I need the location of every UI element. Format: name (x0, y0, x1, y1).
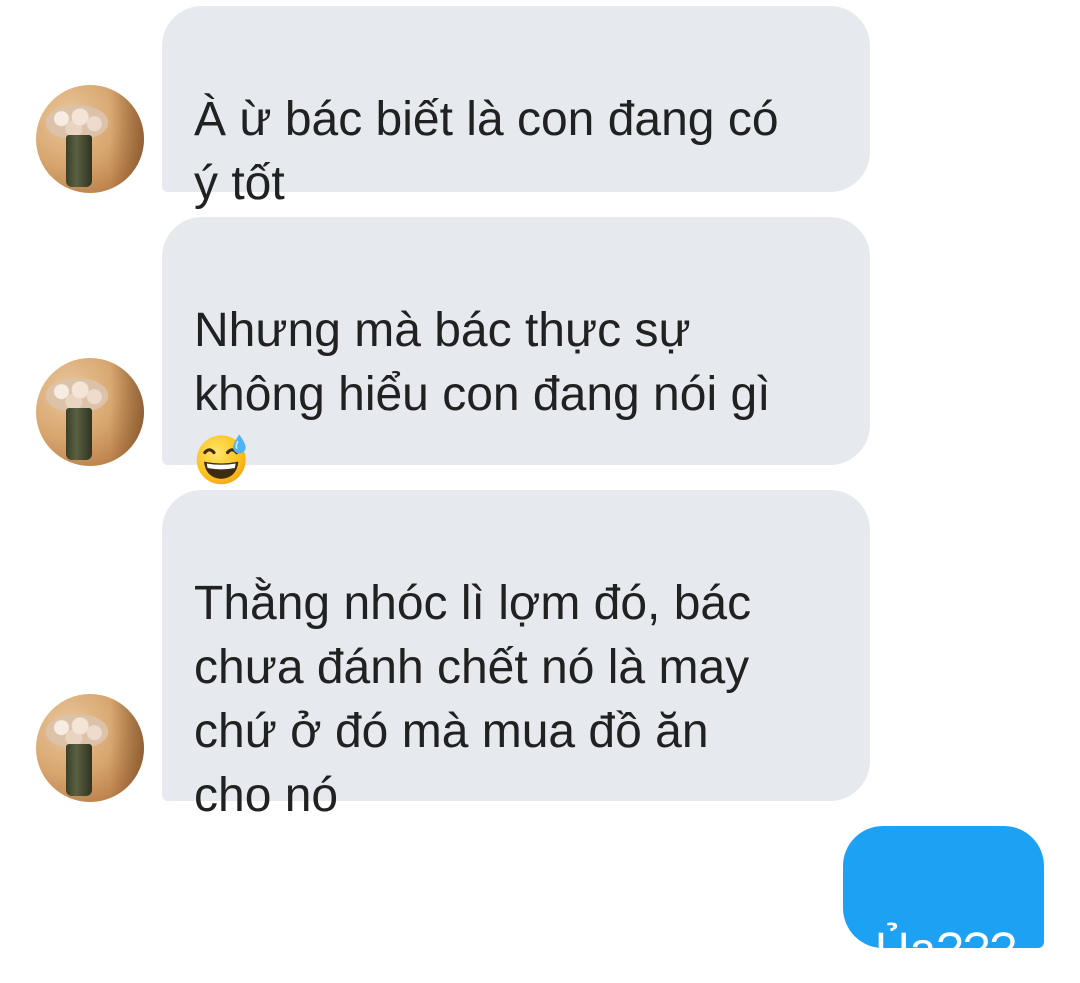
message-text: À ừ bác biết là con đang có ý tốt (194, 93, 779, 210)
incoming-message-bubble[interactable]: Nhưng mà bác thực sự không hiểu con đang… (162, 217, 870, 485)
contact-avatar[interactable] (36, 85, 144, 193)
incoming-message-bubble[interactable]: À ừ bác biết là con đang có ý tốt (162, 6, 870, 210)
outgoing-message-bubble[interactable]: Ủa??? (843, 826, 1044, 977)
grinning-face-with-sweat-icon (196, 434, 246, 485)
contact-avatar[interactable] (36, 694, 144, 802)
message-text: Nhưng mà bác thực sự không hiểu con đang… (194, 304, 771, 421)
contact-avatar[interactable] (36, 358, 144, 466)
message-text: Ủa??? (875, 924, 1017, 977)
message-text: Thằng nhóc lì lợm đó, bác chưa đánh chết… (194, 577, 752, 822)
incoming-message-bubble[interactable]: Thằng nhóc lì lợm đó, bác chưa đánh chết… (162, 490, 870, 822)
